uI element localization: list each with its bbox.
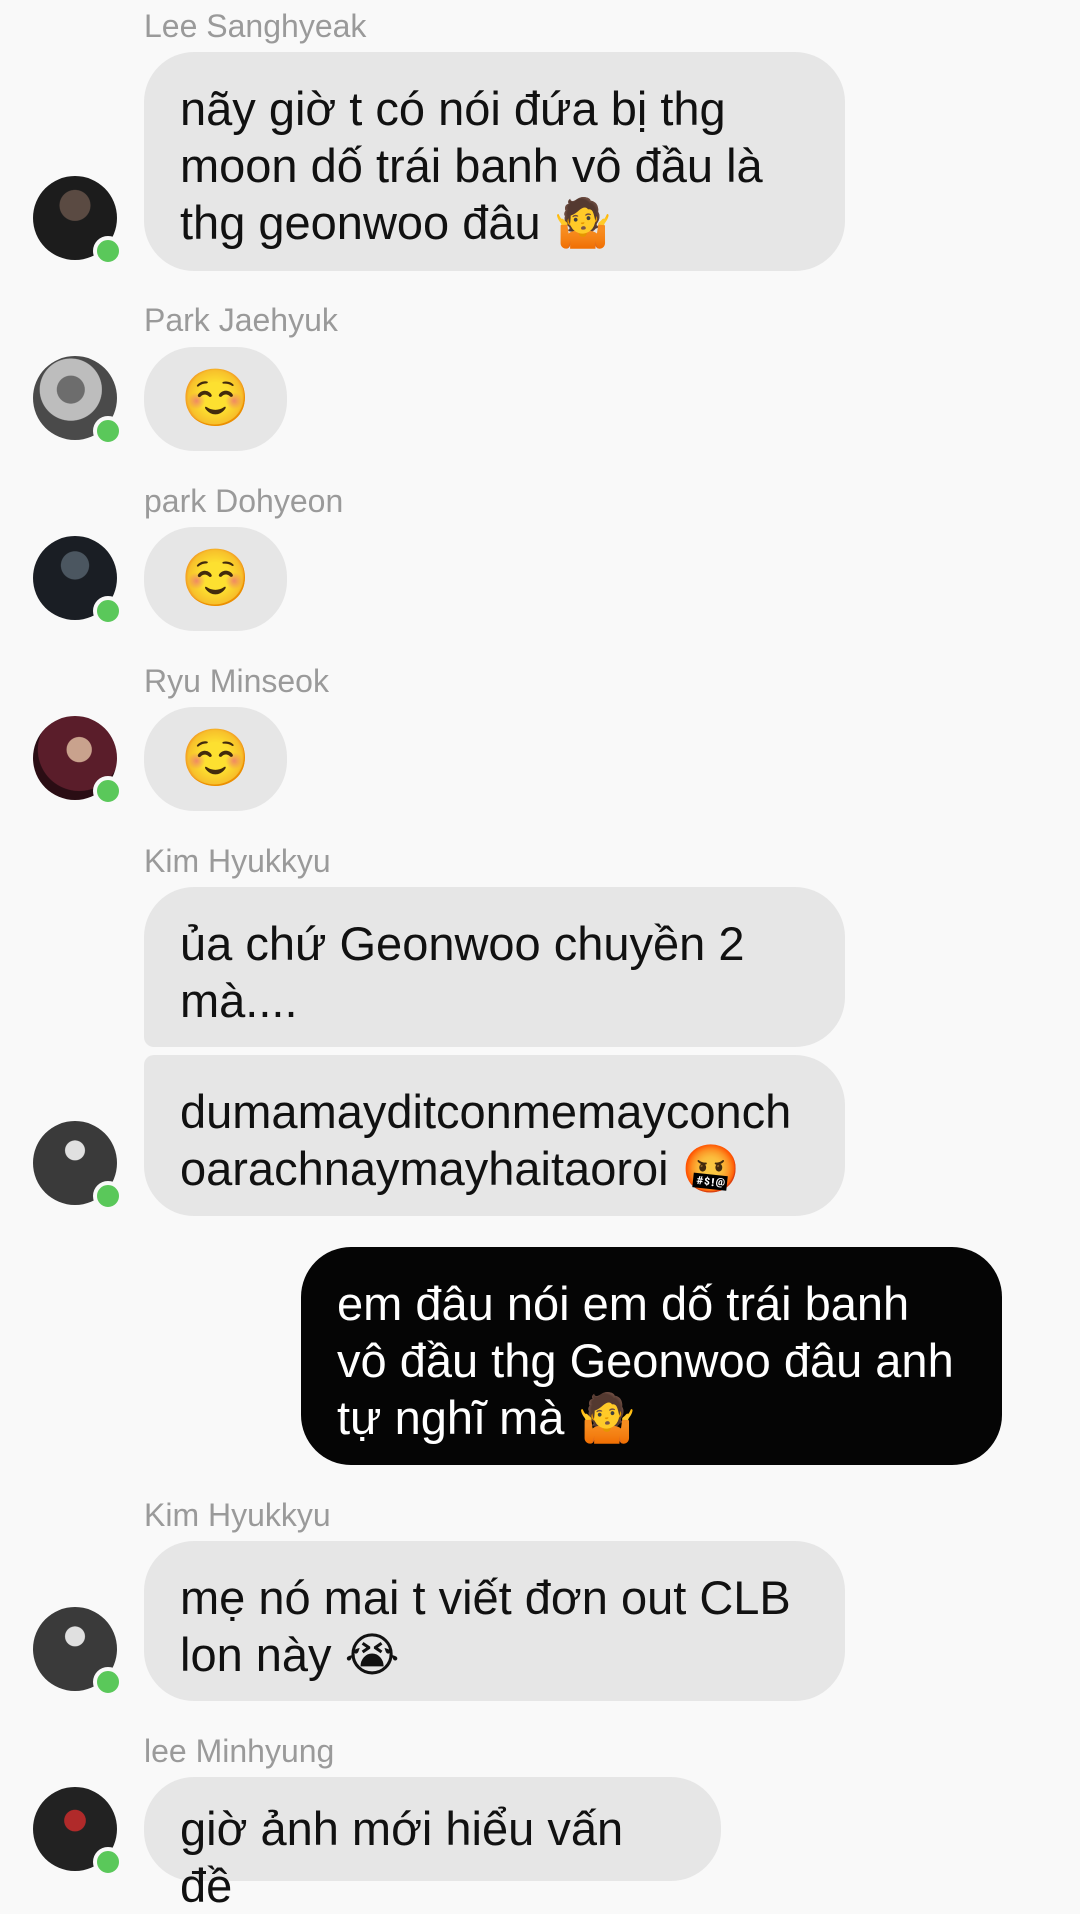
message-text: giờ ảnh mới hiểu vấn đề [180,1802,624,1912]
message-text: ☺️ [180,546,251,611]
online-status-indicator [93,1667,123,1697]
sender-name: Lee Sanghyeak [144,8,367,44]
avatar[interactable] [33,176,123,266]
avatar[interactable] [33,1121,123,1211]
message-bubble[interactable]: giờ ảnh mới hiểu vấn đề [144,1777,721,1912]
avatar[interactable] [33,1607,123,1697]
message-bubble[interactable]: ☺️ [144,707,287,811]
message-text: dumamayditconmemayconchoarachnaymayhaita… [180,1085,792,1195]
online-status-indicator [93,236,123,266]
avatar[interactable] [33,716,123,806]
sender-name: lee Minhyung [144,1733,335,1769]
sender-name: Kim Hyukkyu [144,843,331,879]
sender-name: Park Jaehyuk [144,302,338,338]
outgoing-message-bubble[interactable]: em đâu nói em dố trái banh vô đầu thg Ge… [301,1247,1002,1465]
online-status-indicator [93,416,123,446]
sender-name: park Dohyeon [144,483,344,519]
online-status-indicator [93,1181,123,1211]
message-bubble[interactable]: nãy giờ t có nói đứa bị thg moon dố trái… [144,52,845,271]
avatar[interactable] [33,356,123,446]
message-bubble[interactable]: ☺️ [144,347,287,451]
online-status-indicator [93,596,123,626]
message-text: ☺️ [180,726,251,791]
message-text: ủa chứ Geonwoo chuyền 2 mà.... [180,917,745,1027]
sender-name: Kim Hyukkyu [144,1497,331,1533]
message-text: em đâu nói em dố trái banh vô đầu thg Ge… [337,1277,954,1444]
message-text: mẹ nó mai t viết đơn out CLB lon này 😭 [180,1571,791,1681]
message-bubble[interactable]: ☺️ [144,527,287,631]
message-text: ☺️ [180,366,251,431]
online-status-indicator [93,776,123,806]
avatar[interactable] [33,1787,123,1877]
message-bubble[interactable]: ủa chứ Geonwoo chuyền 2 mà.... [144,887,845,1047]
avatar[interactable] [33,536,123,626]
message-bubble[interactable]: mẹ nó mai t viết đơn out CLB lon này 😭 [144,1541,845,1701]
message-bubble[interactable]: dumamayditconmemayconchoarachnaymayhaita… [144,1055,845,1216]
online-status-indicator [93,1847,123,1877]
message-text: nãy giờ t có nói đứa bị thg moon dố trái… [180,82,763,249]
sender-name: Ryu Minseok [144,663,329,699]
